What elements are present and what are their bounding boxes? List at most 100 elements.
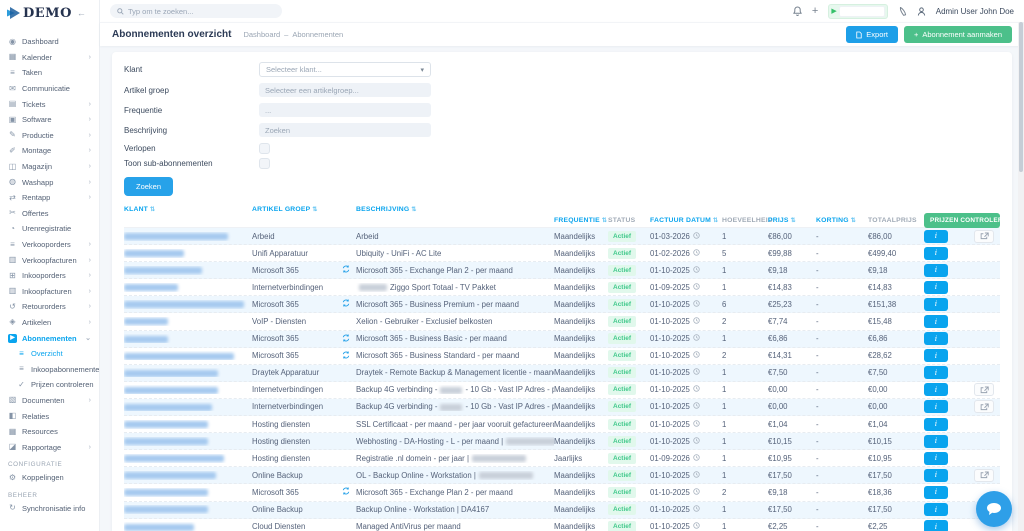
create-subscription-button[interactable]: + Abonnement aanmaken bbox=[904, 26, 1012, 43]
klant-cell[interactable] bbox=[124, 454, 252, 463]
klant-cell[interactable] bbox=[124, 385, 252, 394]
sidebar-item-relaties[interactable]: ◧Relaties bbox=[0, 408, 99, 424]
klant-blurred-name[interactable] bbox=[124, 404, 212, 411]
klant-blurred-name[interactable] bbox=[124, 267, 202, 274]
user-name[interactable]: Admin User John Doe bbox=[936, 7, 1014, 16]
info-button[interactable]: i bbox=[924, 349, 948, 362]
klant-cell[interactable] bbox=[124, 283, 252, 292]
column-header-klant[interactable]: KLANT⇅ bbox=[124, 206, 252, 213]
sidebar-item-washapp[interactable]: ◍Washapp› bbox=[0, 174, 99, 190]
info-button[interactable]: i bbox=[924, 332, 948, 345]
klant-blurred-name[interactable] bbox=[124, 370, 218, 377]
sidebar-item-inkoopabonnementen[interactable]: ≡Inkoopabonnementen bbox=[0, 361, 99, 377]
sidebar-item-tickets[interactable]: ▤Tickets› bbox=[0, 96, 99, 112]
sidebar-item-verkooporders[interactable]: ≡Verkooporders› bbox=[0, 237, 99, 253]
klant-cell[interactable] bbox=[124, 266, 252, 275]
info-button[interactable]: i bbox=[924, 366, 948, 379]
user-icon[interactable] bbox=[917, 7, 926, 16]
klant-cell[interactable] bbox=[124, 300, 252, 309]
sidebar-item-urenregistratie[interactable]: ◔Urenregistratie bbox=[0, 221, 99, 237]
klant-cell[interactable] bbox=[124, 471, 252, 480]
beschrijving-input[interactable] bbox=[259, 123, 431, 137]
info-button[interactable]: i bbox=[924, 247, 948, 260]
klant-blurred-name[interactable] bbox=[124, 438, 208, 445]
sidebar-item-montage[interactable]: ✐Montage› bbox=[0, 143, 99, 159]
sidebar-item-inkooporders[interactable]: ⊞Inkooporders› bbox=[0, 268, 99, 284]
klant-cell[interactable] bbox=[124, 505, 252, 514]
sidebar-item-inkoopfacturen[interactable]: ▥Inkoopfacturen› bbox=[0, 284, 99, 300]
sidebar-item-rentapp[interactable]: ⇄Rentapp› bbox=[0, 190, 99, 206]
sidebar-item-retourorders[interactable]: ↺Retourorders› bbox=[0, 299, 99, 315]
artikelgroep-input[interactable] bbox=[259, 83, 431, 97]
external-link-button[interactable] bbox=[974, 383, 994, 396]
sidebar-item-artikelen[interactable]: ◈Artikelen› bbox=[0, 315, 99, 331]
sidebar-item-productie[interactable]: ✎Productie› bbox=[0, 128, 99, 144]
column-header-prijs[interactable]: PRIJS⇅ bbox=[768, 217, 816, 224]
klant-cell[interactable] bbox=[124, 232, 252, 241]
breadcrumb-dashboard[interactable]: Dashboard bbox=[243, 30, 280, 39]
info-button[interactable]: i bbox=[924, 230, 948, 243]
external-link-button[interactable] bbox=[974, 469, 994, 482]
sidebar-item-kalender[interactable]: ▦Kalender› bbox=[0, 50, 99, 66]
klant-cell[interactable] bbox=[124, 249, 252, 258]
prijzen-controleren-button[interactable]: PRIJZEN CONTROLEREN bbox=[924, 213, 1000, 228]
column-header-artikel-groep[interactable]: ARTIKEL GROEP⇅ bbox=[252, 206, 342, 213]
toon-sub-checkbox[interactable] bbox=[259, 158, 270, 169]
klant-blurred-name[interactable] bbox=[124, 353, 234, 360]
sidebar-item-taken[interactable]: ≡Taken bbox=[0, 65, 99, 81]
klant-cell[interactable] bbox=[124, 317, 252, 326]
sidebar-item-offertes[interactable]: ✂Offertes bbox=[0, 206, 99, 222]
frequentie-input[interactable] bbox=[259, 103, 431, 117]
klant-blurred-name[interactable] bbox=[124, 336, 168, 343]
sidebar-item-rapportage[interactable]: ◪Rapportage› bbox=[0, 439, 99, 455]
sidebar-item-synchronisatie-info[interactable]: ↻Synchronisatie info bbox=[0, 501, 99, 517]
klant-cell[interactable] bbox=[124, 420, 252, 429]
verlopen-checkbox[interactable] bbox=[259, 143, 270, 154]
klant-blurred-name[interactable] bbox=[124, 455, 224, 462]
external-link-button[interactable] bbox=[974, 230, 994, 243]
info-button[interactable]: i bbox=[924, 469, 948, 482]
info-button[interactable]: i bbox=[924, 281, 948, 294]
info-button[interactable]: i bbox=[924, 298, 948, 311]
sidebar-item-prijzen-controleren[interactable]: ✓Prijzen controleren bbox=[0, 377, 99, 393]
external-link-button[interactable] bbox=[974, 400, 994, 413]
info-button[interactable]: i bbox=[924, 486, 948, 499]
info-button[interactable]: i bbox=[924, 435, 948, 448]
sidebar-item-communicatie[interactable]: ✉Communicatie bbox=[0, 81, 99, 97]
klant-blurred-name[interactable] bbox=[124, 387, 218, 394]
klant-cell[interactable] bbox=[124, 522, 252, 531]
klant-cell[interactable] bbox=[124, 437, 252, 446]
sidebar-item-magazijn[interactable]: ◫Magazijn› bbox=[0, 159, 99, 175]
page-scrollbar[interactable] bbox=[1018, 22, 1024, 531]
info-button[interactable]: i bbox=[924, 520, 948, 531]
zoeken-button[interactable]: Zoeken bbox=[124, 177, 173, 196]
info-button[interactable]: i bbox=[924, 452, 948, 465]
info-button[interactable]: i bbox=[924, 503, 948, 516]
sidebar-item-abonnementen[interactable]: ▶Abonnementen⌄ bbox=[0, 330, 99, 346]
info-button[interactable]: i bbox=[924, 315, 948, 328]
sidebar-item-resources[interactable]: ▦Resources bbox=[0, 424, 99, 440]
klant-cell[interactable] bbox=[124, 334, 252, 343]
klant-blurred-name[interactable] bbox=[124, 489, 208, 496]
sidebar-collapse-icon[interactable]: ← bbox=[77, 8, 86, 18]
klant-blurred-name[interactable] bbox=[124, 250, 184, 257]
chat-bubble-button[interactable] bbox=[976, 491, 1012, 527]
sidebar-item-documenten[interactable]: ▧Documenten› bbox=[0, 393, 99, 409]
klant-cell[interactable] bbox=[124, 368, 252, 377]
klant-blurred-name[interactable] bbox=[124, 301, 244, 308]
expand-icon[interactable]: + bbox=[812, 7, 818, 16]
klant-cell[interactable] bbox=[124, 351, 252, 360]
export-button[interactable]: Export bbox=[846, 26, 898, 43]
sidebar-item-verkoopfacturen[interactable]: ▥Verkoopfacturen› bbox=[0, 252, 99, 268]
info-button[interactable]: i bbox=[924, 383, 948, 396]
column-header-frequentie[interactable]: FREQUENTIE⇅ bbox=[554, 217, 608, 224]
global-search[interactable]: Typ om te zoeken... bbox=[110, 4, 282, 18]
klant-blurred-name[interactable] bbox=[124, 506, 208, 513]
klant-select[interactable]: Selecteer klant... ▾ bbox=[259, 62, 431, 77]
klant-cell[interactable] bbox=[124, 402, 252, 411]
klant-blurred-name[interactable] bbox=[124, 524, 194, 531]
klant-blurred-name[interactable] bbox=[124, 233, 228, 240]
sidebar-item-software[interactable]: ▣Software› bbox=[0, 112, 99, 128]
klant-blurred-name[interactable] bbox=[124, 421, 208, 428]
info-button[interactable]: i bbox=[924, 418, 948, 431]
